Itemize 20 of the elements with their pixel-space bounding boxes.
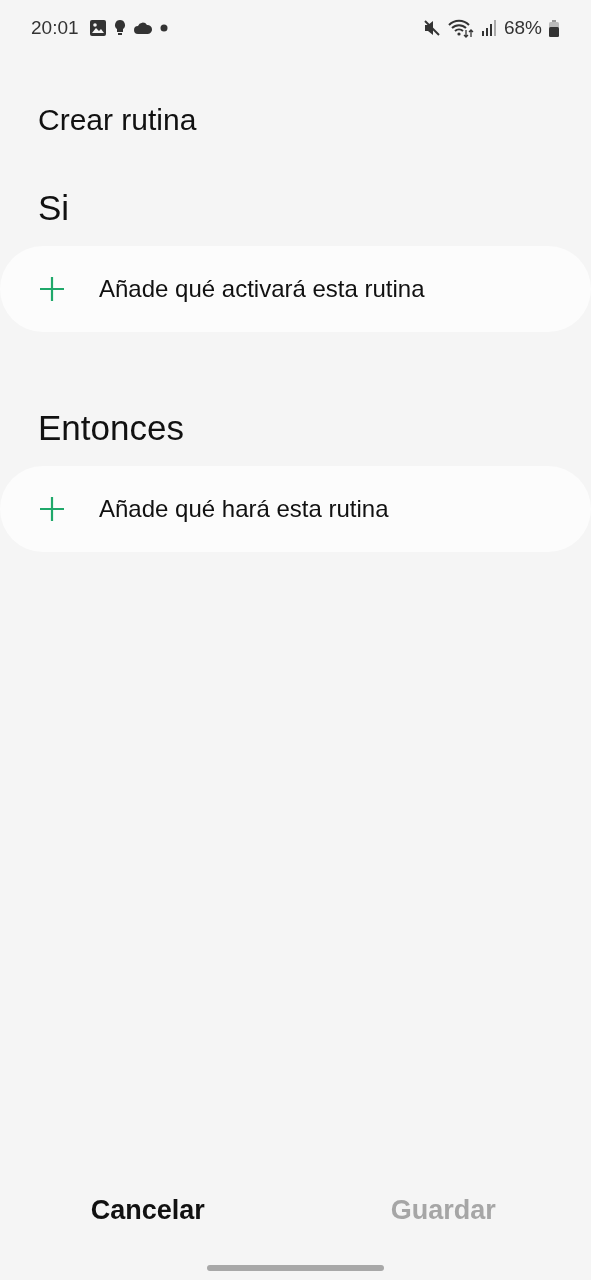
section-heading: Entonces — [38, 407, 185, 449]
mute-icon — [422, 19, 441, 37]
cancel-button[interactable]: Cancelar — [0, 1186, 296, 1234]
status-time: 20:01 — [31, 17, 79, 39]
plus-icon — [38, 275, 66, 303]
battery-icon — [549, 19, 559, 37]
add-item-label: Añade qué hará esta rutina — [99, 495, 389, 523]
wifi-icon — [447, 18, 474, 38]
battery-percent: 68% — [503, 17, 542, 39]
lightbulb-icon — [113, 19, 126, 37]
add-item-card[interactable]: Añade qué hará esta rutina — [0, 466, 591, 552]
page-title: Crear rutina — [38, 102, 198, 138]
add-item-card[interactable]: Añade qué activará esta rutina — [0, 246, 591, 332]
add-item-label: Añade qué activará esta rutina — [99, 275, 425, 303]
section-heading: Si — [38, 187, 71, 229]
image-icon — [88, 19, 107, 37]
signal-icon — [480, 20, 497, 36]
dot-icon — [159, 24, 168, 32]
plus-icon — [38, 495, 66, 523]
cloud-icon — [132, 21, 153, 35]
